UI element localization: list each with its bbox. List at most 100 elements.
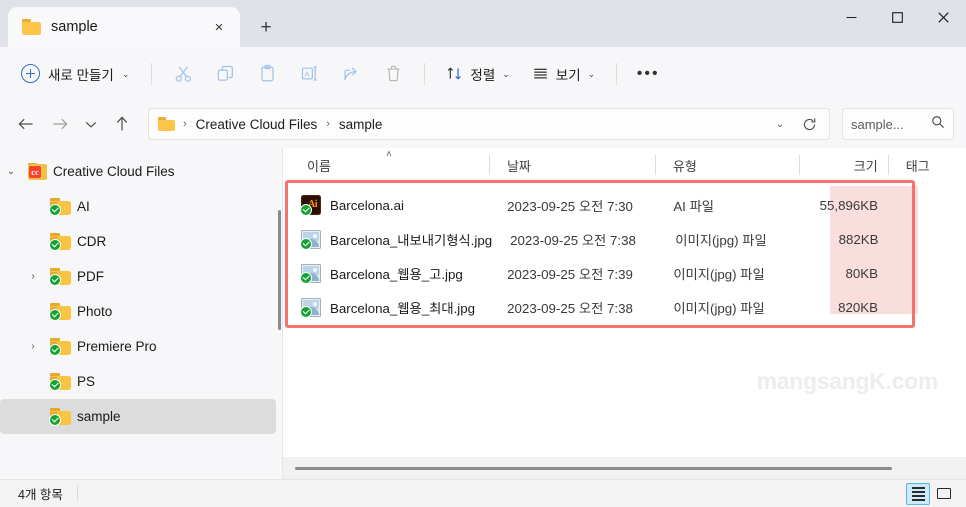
file-size-cell: 882KB — [838, 231, 879, 247]
sidebar-item-pdf[interactable]: › PDF — [0, 259, 276, 294]
close-window-button[interactable] — [920, 0, 966, 34]
navigation-pane: ⌄ cc Creative Cloud Files AI CDR › PDF P… — [0, 148, 282, 479]
sync-check-icon — [49, 344, 61, 356]
column-header-date[interactable]: 날짜 — [488, 148, 655, 182]
share-button[interactable] — [331, 57, 371, 91]
search-value: sample... — [851, 116, 904, 132]
tab-label: sample — [51, 19, 98, 35]
new-tab-button[interactable]: + — [249, 11, 283, 43]
divider — [151, 62, 153, 85]
chevron-right-icon[interactable]: › — [22, 341, 44, 352]
tab-sample[interactable]: sample × — [8, 7, 240, 47]
cut-button[interactable] — [163, 57, 203, 91]
sidebar-item-label: CDR — [77, 234, 107, 249]
folder-icon — [22, 19, 41, 35]
column-header-type-label: 유형 — [672, 158, 697, 174]
folder-icon — [49, 373, 71, 391]
table-row[interactable]: Ai Barcelona.ai 2023-09-25 오전 7:30 AI 파일… — [283, 188, 966, 222]
back-button[interactable] — [10, 108, 42, 140]
delete-button[interactable] — [373, 57, 413, 91]
breadcrumb[interactable]: › Creative Cloud Files › sample ⌄ — [148, 108, 830, 140]
horizontal-scrollbar-thumb[interactable] — [295, 466, 892, 470]
search-input[interactable]: sample... — [842, 108, 954, 140]
sync-check-icon — [49, 204, 61, 216]
breadcrumb-item-creative-cloud-files[interactable]: Creative Cloud Files — [191, 114, 323, 135]
item-count-label: 4개 항목 — [18, 488, 63, 502]
folder-icon — [49, 338, 71, 356]
forward-button[interactable] — [44, 108, 76, 140]
more-options-button[interactable]: ••• — [628, 57, 668, 91]
table-row[interactable]: Barcelona_웹용_최대.jpg 2023-09-25 오전 7:38 이… — [283, 290, 966, 324]
divider — [616, 62, 618, 85]
column-header-tag[interactable]: 태그 — [887, 148, 966, 182]
view-button[interactable]: 보기 ⌄ — [522, 57, 605, 91]
new-button[interactable]: 새로 만들기 ⌄ — [12, 57, 140, 91]
sidebar-scrollbar-thumb[interactable] — [278, 210, 281, 330]
column-header-size[interactable]: 크기 — [799, 148, 887, 182]
folder-icon — [158, 117, 175, 131]
chevron-down-icon[interactable]: ⌄ — [767, 109, 793, 139]
sort-label: 정렬 — [470, 67, 496, 83]
sync-check-icon — [49, 309, 61, 321]
column-header-name[interactable]: 이름 ˄ — [289, 148, 489, 182]
image-file-icon — [300, 263, 321, 284]
file-name-cell: Barcelona_웹용_고.jpg — [289, 263, 489, 284]
file-name-cell: Barcelona_내보내기형식.jpg — [289, 229, 493, 250]
file-name-cell: Ai Barcelona.ai — [289, 195, 489, 216]
chevron-right-icon[interactable]: › — [22, 271, 44, 282]
sync-check-icon — [49, 274, 61, 286]
sidebar-item-premiere-pro[interactable]: › Premiere Pro — [0, 329, 276, 364]
sync-check-icon — [49, 379, 61, 391]
recent-locations-button[interactable] — [78, 108, 104, 140]
chevron-down-icon[interactable]: ⌄ — [0, 166, 22, 177]
divider — [76, 486, 78, 501]
sidebar-item-sample[interactable]: sample — [0, 399, 276, 434]
folder-icon — [49, 303, 71, 321]
maximize-button[interactable] — [874, 0, 920, 34]
sidebar-item-ai[interactable]: AI — [0, 189, 276, 224]
column-header-name-label: 이름 — [307, 158, 331, 174]
sidebar-item-ps[interactable]: PS — [0, 364, 276, 399]
file-name-label: Barcelona_웹용_고.jpg — [330, 266, 463, 282]
details-view-icon[interactable] — [906, 482, 930, 505]
sort-button[interactable]: 정렬 ⌄ — [436, 57, 519, 91]
divider — [424, 62, 426, 85]
illustrator-file-icon: Ai — [300, 195, 321, 216]
tab-strip: sample × + — [0, 0, 283, 47]
table-row[interactable]: Barcelona_내보내기형식.jpg 2023-09-25 오전 7:38 … — [283, 222, 966, 256]
copy-button[interactable] — [205, 57, 245, 91]
file-name-label: Barcelona_내보내기형식.jpg — [330, 232, 493, 248]
table-row[interactable]: Barcelona_웹용_고.jpg 2023-09-25 오전 7:39 이미… — [283, 256, 966, 290]
file-type-cell: AI 파일 — [673, 198, 715, 214]
search-icon[interactable] — [931, 115, 945, 134]
column-header-type[interactable]: 유형 — [654, 148, 800, 182]
file-list-pane: 이름 ˄ 날짜 유형 크기 태그 Ai Barcelona.ai 2023-09… — [283, 148, 966, 479]
breadcrumb-separator: › — [326, 118, 330, 130]
horizontal-scrollbar[interactable] — [283, 457, 966, 479]
sync-check-icon — [300, 271, 312, 284]
large-icons-view-icon[interactable] — [932, 483, 956, 505]
sidebar-item-cdr[interactable]: CDR — [0, 224, 276, 259]
close-tab-icon[interactable]: × — [206, 14, 232, 40]
folder-icon — [49, 268, 71, 286]
sync-check-icon — [49, 239, 61, 251]
up-button[interactable] — [106, 108, 138, 140]
breadcrumb-separator: › — [183, 118, 187, 130]
rename-button[interactable]: A — [289, 57, 329, 91]
refresh-icon[interactable] — [795, 109, 823, 139]
sync-check-icon — [300, 237, 312, 250]
breadcrumb-item-sample[interactable]: sample — [334, 114, 388, 135]
file-type-cell: 이미지(jpg) 파일 — [675, 232, 767, 248]
sort-ascending-icon: ˄ — [386, 149, 392, 160]
sidebar-item-creative-cloud-files[interactable]: ⌄ cc Creative Cloud Files — [0, 154, 276, 189]
chevron-down-icon: ⌄ — [587, 69, 596, 79]
paste-button[interactable] — [247, 57, 287, 91]
sidebar-item-photo[interactable]: Photo — [0, 294, 276, 329]
sidebar-item-label: Premiere Pro — [77, 339, 157, 354]
file-date-cell: 2023-09-25 오전 7:38 — [510, 232, 636, 248]
new-button-label: 새로 만들기 — [48, 67, 114, 83]
creative-cloud-badge: cc — [29, 166, 41, 178]
minimize-button[interactable] — [828, 0, 874, 34]
creative-cloud-folder-icon: cc — [28, 163, 47, 180]
sidebar-item-label: Creative Cloud Files — [53, 164, 175, 179]
